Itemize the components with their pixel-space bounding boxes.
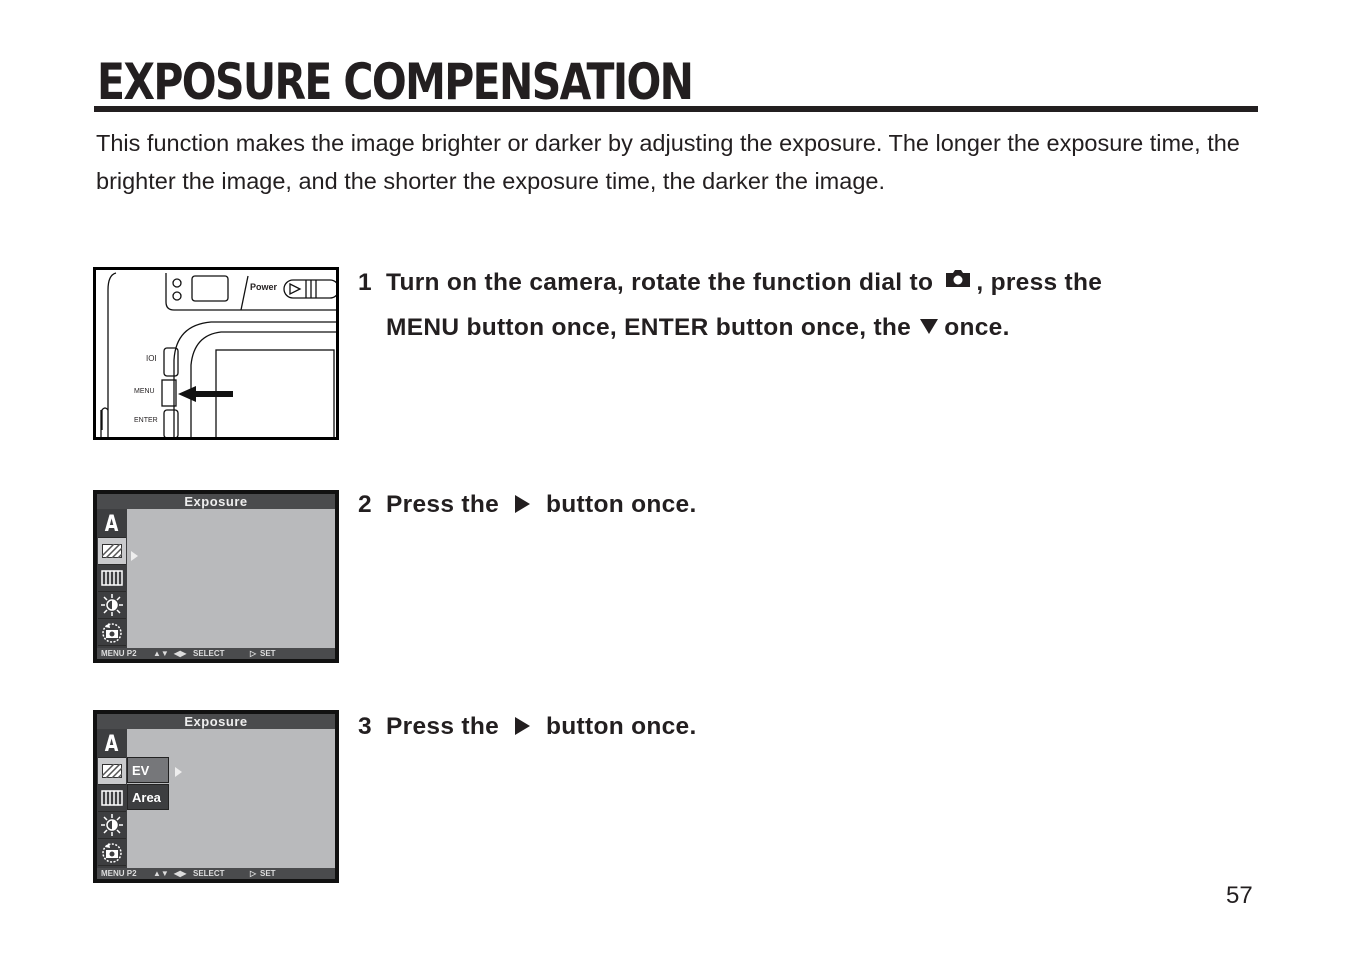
- screen-header: Exposure: [97, 714, 335, 729]
- footer-set-label: SET: [260, 649, 276, 658]
- menu-button-label: MENU: [134, 388, 155, 395]
- step-text: button once.: [546, 491, 697, 518]
- metering-area-icon: [98, 785, 126, 812]
- page-title: EXPOSURE COMPENSATION: [97, 53, 694, 111]
- step-2: 2 Press the button once.: [358, 484, 697, 525]
- submenu-item-ev: EV: [127, 757, 169, 783]
- step-1: 1 Turn on the camera, rotate the function…: [358, 260, 1102, 348]
- leftright-icon: ◀▶: [174, 869, 187, 878]
- step-text: Turn on the camera, rotate the function …: [386, 268, 934, 296]
- footer-menu-label: MENU P2: [101, 869, 137, 878]
- ioi-button-label: IOI: [146, 354, 157, 363]
- step-text: Press the: [386, 713, 500, 740]
- step-text: button once.: [546, 713, 697, 740]
- updown-icon: ▲▼: [153, 869, 169, 878]
- auto-A-icon: A: [98, 731, 126, 758]
- page-number: 57: [1226, 882, 1253, 909]
- screen-footer: MENU P2 ▲▼ ◀▶ SELECT ▷ SET: [97, 868, 335, 879]
- step-text: Press the: [386, 491, 500, 518]
- camera-icon: [944, 260, 972, 301]
- camera-drawing: [100, 272, 336, 437]
- footer-set-label: SET: [260, 869, 276, 878]
- auto-A-icon: A: [98, 511, 126, 538]
- camera-back-illustration: Power IOI MENU ENTER: [93, 267, 339, 440]
- metering-area-icon: [98, 565, 126, 592]
- set-icon: ▷: [250, 649, 257, 658]
- right-triangle-icon: [515, 716, 531, 735]
- screen-header: Exposure: [97, 494, 335, 509]
- screen-footer: MENU P2 ▲▼ ◀▶ SELECT ▷ SET: [97, 648, 335, 659]
- step-text: once.: [944, 314, 1010, 341]
- title-rule: [94, 106, 1258, 112]
- exposure-menu-screen: Exposure A MENU P2 ▲▼ ◀▶ SELECT ▷ SET: [93, 490, 339, 663]
- selection-pointer-icon: [131, 551, 138, 561]
- step-number: 1: [358, 268, 372, 296]
- exposure-hatch-icon: [98, 758, 126, 785]
- down-triangle-icon: [920, 319, 939, 335]
- footer-select-label: SELECT: [193, 869, 225, 878]
- step-text: , press the: [976, 268, 1103, 296]
- exposure-hatch-icon: [98, 538, 126, 565]
- footer-menu-label: MENU P2: [101, 649, 137, 658]
- selection-pointer-icon: [175, 767, 182, 777]
- reset-camera-icon: [98, 619, 126, 646]
- set-icon: ▷: [250, 869, 257, 878]
- step-number: 2: [358, 491, 372, 518]
- right-triangle-icon: [515, 494, 531, 513]
- menu-icon-column: A: [97, 729, 127, 868]
- reset-camera-icon: [98, 839, 126, 866]
- step-text: MENU button once, ENTER button once, the: [386, 314, 912, 341]
- submenu-item-area: Area: [127, 784, 169, 810]
- brightness-icon: [98, 592, 126, 619]
- brightness-icon: [98, 812, 126, 839]
- menu-icon-column: A: [97, 509, 127, 648]
- step-3: 3 Press the button once.: [358, 706, 697, 747]
- step-number: 3: [358, 713, 372, 740]
- leftright-icon: ◀▶: [174, 649, 187, 658]
- power-label: Power: [250, 282, 278, 292]
- footer-select-label: SELECT: [193, 649, 225, 658]
- exposure-submenu-screen: Exposure A EV Area MENU P2 ▲▼ ◀▶ SELECT …: [93, 710, 339, 883]
- updown-icon: ▲▼: [153, 649, 169, 658]
- enter-button-label: ENTER: [134, 417, 158, 424]
- intro-paragraph: This function makes the image brighter o…: [96, 130, 1240, 194]
